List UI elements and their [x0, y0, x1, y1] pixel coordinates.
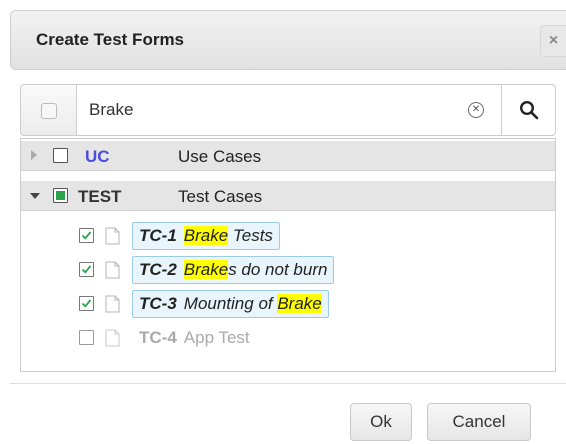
close-icon: ×: [548, 32, 559, 49]
item-label-chip[interactable]: TC-3 Mounting of Brake: [132, 290, 329, 318]
checkmark-icon: [81, 265, 92, 274]
select-all-toggle[interactable]: [20, 84, 76, 136]
search-button[interactable]: [502, 84, 556, 136]
item-checkbox[interactable]: [79, 330, 94, 345]
document-icon: [105, 227, 120, 245]
footer-divider: [10, 383, 566, 384]
group-label: Use Cases: [178, 147, 262, 166]
search-input[interactable]: [76, 84, 502, 136]
tree-item[interactable]: TC-3 Mounting of Brake: [21, 289, 555, 319]
item-label-chip[interactable]: TC-2 Brakes do not burn: [132, 256, 335, 284]
close-button[interactable]: ×: [540, 25, 566, 57]
item-checkbox[interactable]: [79, 228, 94, 243]
document-icon: [105, 261, 120, 279]
group-label: Test Cases: [178, 187, 263, 206]
dialog-header: Create Test Forms ×: [10, 10, 566, 70]
collapse-arrow-icon[interactable]: [30, 193, 40, 199]
tree-item[interactable]: TC-1 Brake Tests: [21, 221, 555, 251]
document-icon: [105, 295, 120, 313]
search-bar: ✕: [20, 84, 556, 136]
group-checkbox-uc[interactable]: [53, 148, 68, 163]
checkmark-icon: [81, 299, 92, 308]
item-label-chip[interactable]: TC-1 Brake Tests: [132, 222, 280, 250]
select-all-checkbox[interactable]: [41, 103, 57, 119]
test-tree: UC Use Cases TEST Test Cases TC-1 Brake T…: [20, 138, 556, 372]
checkmark-icon: [81, 231, 92, 240]
item-checkbox[interactable]: [79, 296, 94, 311]
clear-search-icon[interactable]: ✕: [468, 102, 484, 118]
tree-group-test[interactable]: TEST Test Cases: [21, 181, 555, 211]
item-checkbox[interactable]: [79, 262, 94, 277]
dialog-title: Create Test Forms: [36, 30, 185, 49]
group-checkbox-test[interactable]: [53, 188, 68, 203]
expand-arrow-icon[interactable]: [31, 150, 37, 160]
tree-item[interactable]: TC-4 App Test: [21, 323, 555, 353]
cancel-button[interactable]: Cancel: [427, 403, 531, 441]
tree-item[interactable]: TC-2 Brakes do not burn: [21, 255, 555, 285]
document-icon: [105, 329, 120, 347]
group-code: UC: [85, 147, 110, 166]
tree-group-uc[interactable]: UC Use Cases: [21, 141, 555, 171]
search-icon: [519, 100, 539, 120]
group-code: TEST: [78, 187, 122, 206]
item-label-chip[interactable]: TC-4 App Test: [132, 324, 257, 352]
ok-button[interactable]: Ok: [350, 403, 412, 441]
